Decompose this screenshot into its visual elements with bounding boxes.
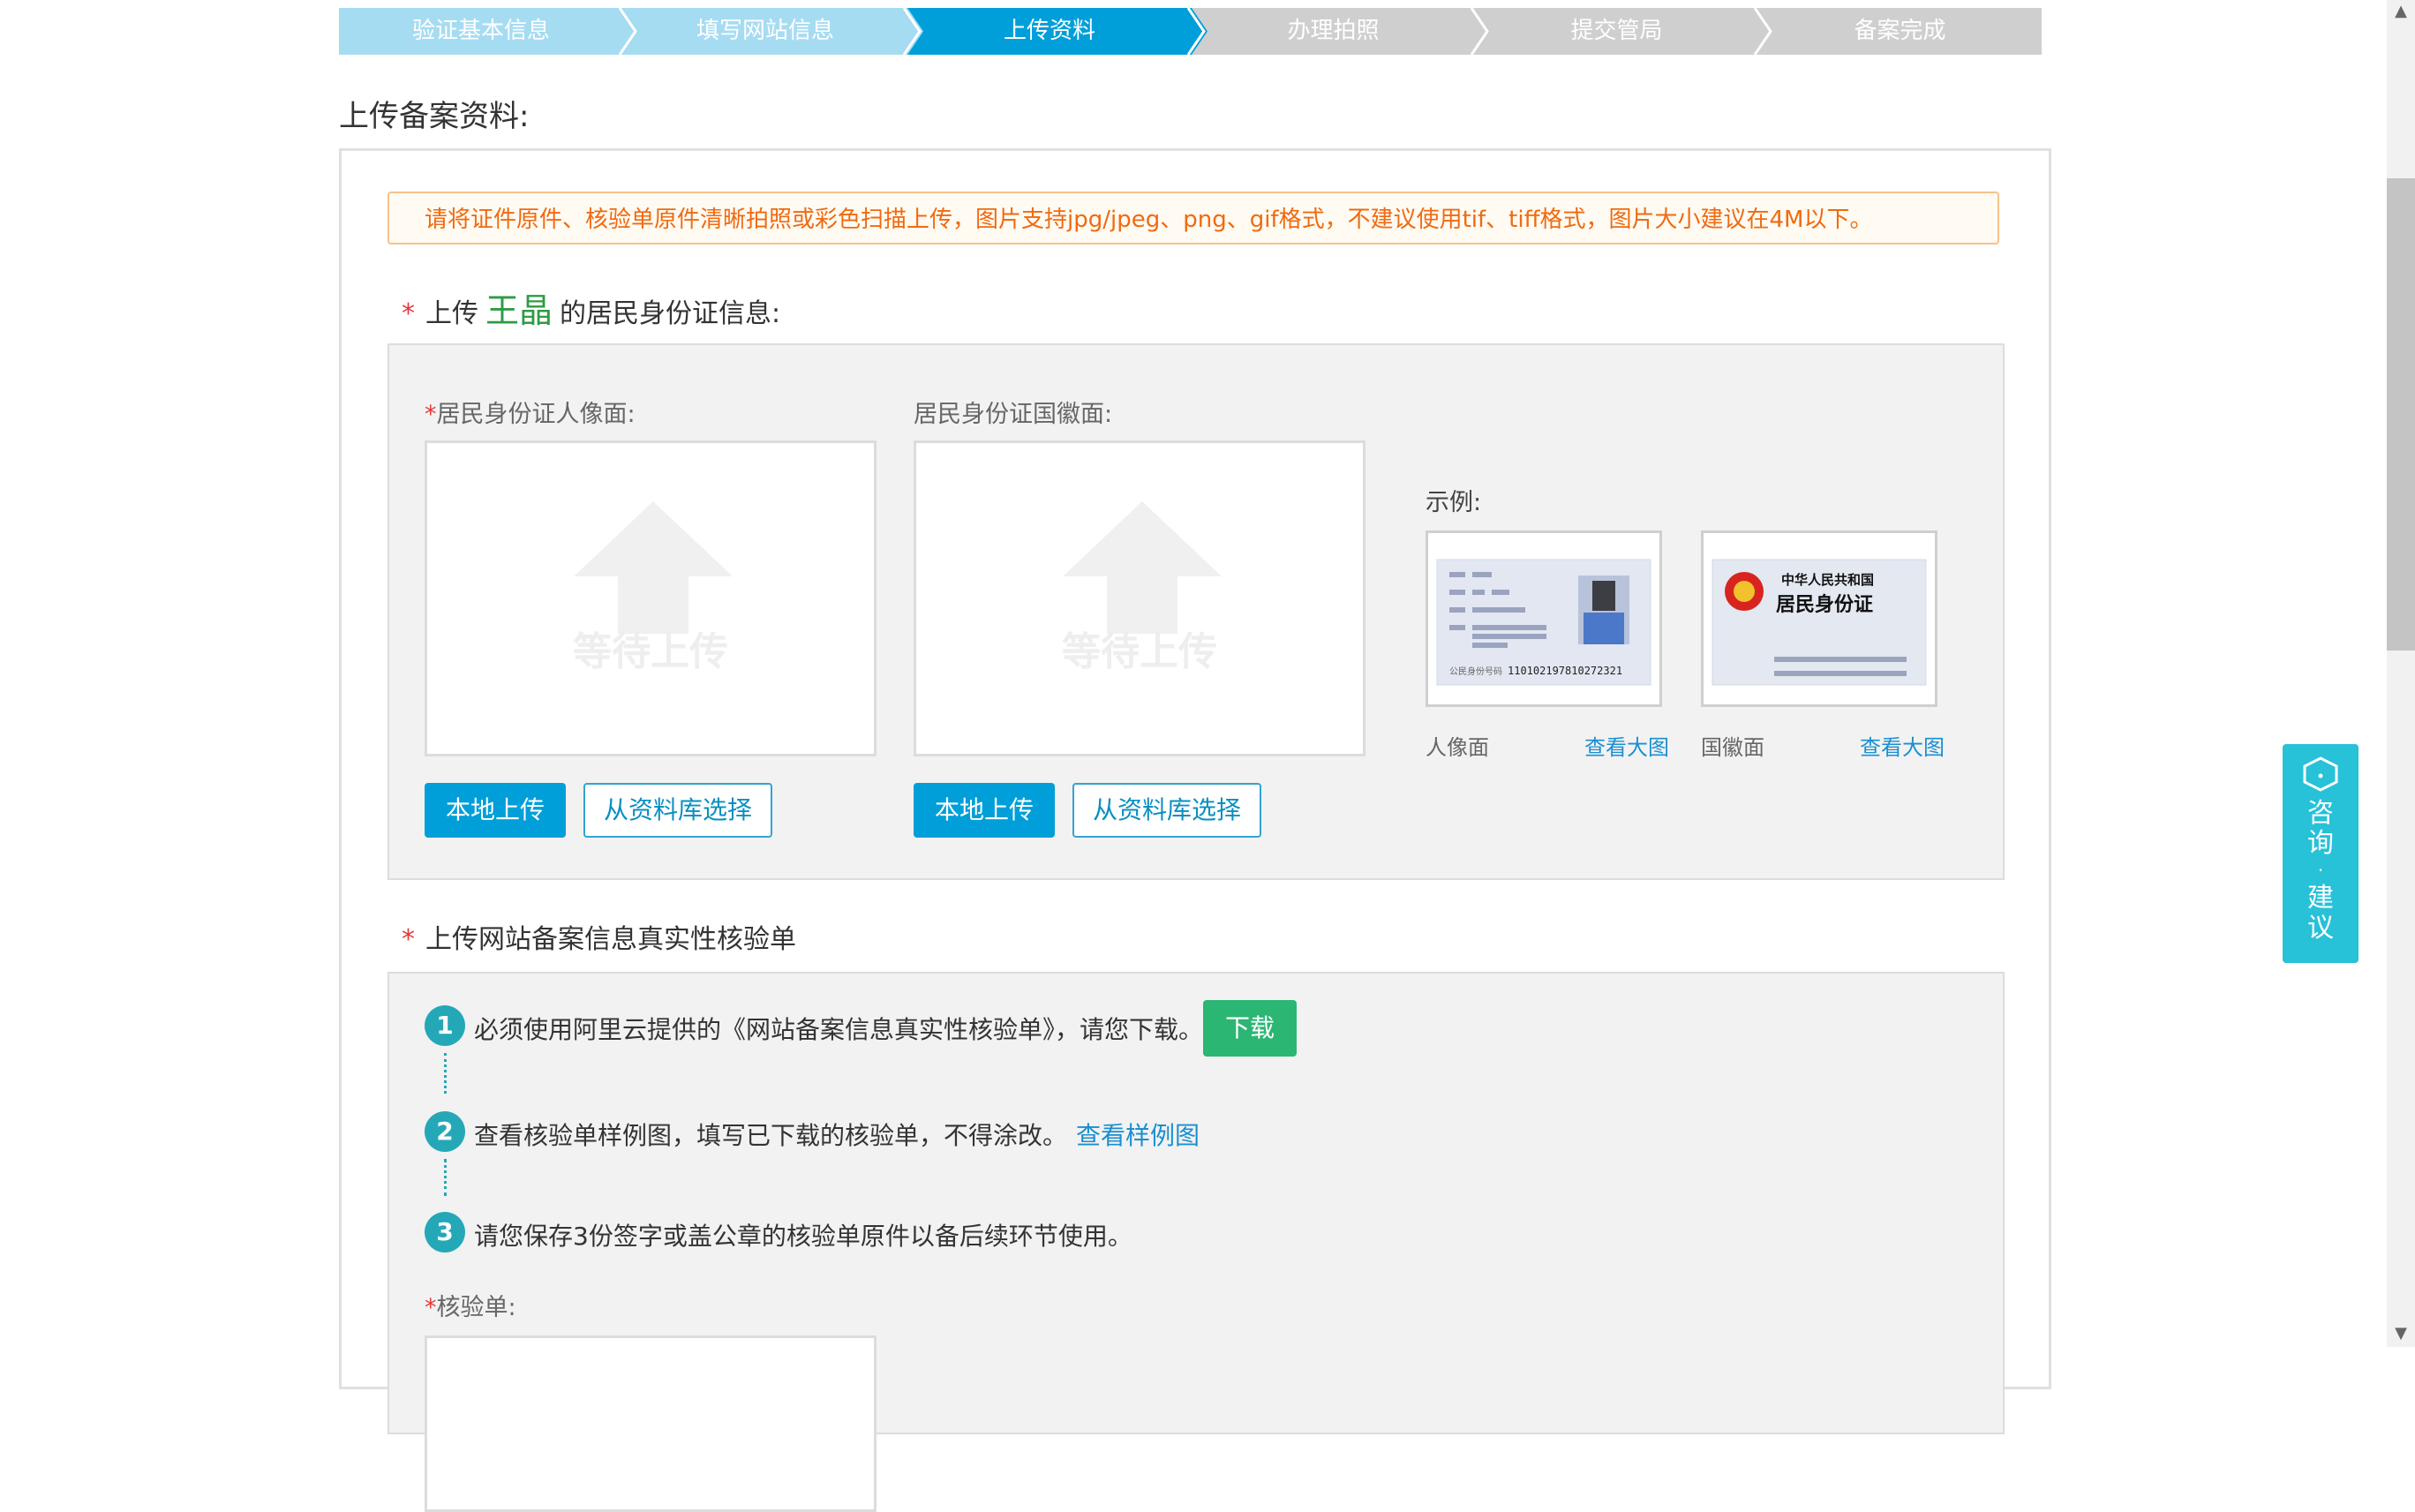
step-number-2: 2 (425, 1111, 465, 1152)
front-library-select-button[interactable]: 从资料库选择 (583, 783, 772, 838)
scroll-up-icon[interactable]: ▲ (2390, 2, 2411, 20)
step-complete: 备案完成 (1758, 8, 2042, 55)
step-separator (1181, 8, 1208, 55)
id-section-title: * 上传 王晶 的居民身份证信息: (402, 291, 781, 330)
progress-steps: 验证基本信息 填写网站信息 上传资料 办理拍照 提交管局 备案完成 (339, 8, 2042, 55)
verify-upload-box[interactable] (425, 1335, 876, 1512)
id-upload-area: *居民身份证人像面: 等待上传 本地上传 从资料库选择 居民身份证国徽面: 等待… (387, 343, 2005, 880)
example-back-card[interactable]: 中华人民共和国 居民身份证 (1701, 530, 1937, 707)
back-local-upload-button[interactable]: 本地上传 (914, 783, 1055, 838)
step-fill-site-info: 填写网站信息 (623, 8, 907, 55)
upload-arrow-icon (574, 501, 733, 634)
step-connector (444, 1159, 447, 1196)
back-upload-box[interactable]: 等待上传 (914, 440, 1365, 756)
upload-placeholder: 等待上传 (573, 629, 728, 674)
example-label: 示例: (1426, 489, 1482, 516)
svg-text:公民身份号码: 公民身份号码 (1449, 666, 1502, 677)
scroll-down-icon[interactable]: ▼ (2390, 1324, 2411, 1343)
front-view-large-link[interactable]: 查看大图 (1584, 730, 1669, 761)
consult-suggest-button[interactable]: 咨 询 · 建 议 (2283, 744, 2359, 963)
id-card-back-title-1: 中华人民共和国 (1781, 572, 1874, 588)
step-connector (444, 1053, 447, 1094)
front-caption: 人像面 (1426, 735, 1489, 760)
verify-area: 1 必须使用阿里云提供的《网站备案信息真实性核验单》，请您下载。 下载 2 查看… (387, 972, 2005, 1512)
verify-step-1-text: 必须使用阿里云提供的《网站备案信息真实性核验单》，请您下载。 (474, 1015, 1204, 1044)
step-verify-basic-info: 验证基本信息 (339, 8, 623, 55)
step-upload-materials: 上传资料 (907, 8, 1192, 55)
step-separator (1464, 8, 1491, 55)
step-separator (1748, 8, 1774, 55)
step-number-1: 1 (425, 1005, 465, 1046)
view-sample-link[interactable]: 查看样例图 (1076, 1121, 1200, 1150)
back-view-large-link[interactable]: 查看大图 (1860, 730, 1945, 761)
example-front-card[interactable]: 公民身份号码 110102197810272321 (1426, 530, 1662, 707)
step-separator (897, 8, 923, 55)
back-label: 居民身份证国徽面: (914, 401, 1113, 428)
id-card-back-image: 中华人民共和国 居民身份证 (1712, 559, 1927, 686)
download-button[interactable]: 下载 (1203, 1000, 1297, 1057)
chat-hexagon-icon (2303, 756, 2338, 792)
notice-banner: 请将证件原件、核验单原件清晰拍照或彩色扫描上传，图片支持jpg/jpeg、png… (387, 192, 1999, 244)
id-card-back-title-2: 居民身份证 (1776, 593, 1873, 616)
required-mark: * (402, 298, 415, 329)
back-caption: 国徽面 (1701, 735, 1764, 760)
id-card-number: 110102197810272321 (1508, 665, 1622, 677)
required-mark: * (402, 924, 415, 955)
scrollbar-thumb[interactable] (2387, 178, 2415, 651)
back-library-select-button[interactable]: 从资料库选择 (1072, 783, 1261, 838)
front-upload-box[interactable]: 等待上传 (425, 440, 876, 756)
step-submit-bureau: 提交管局 (1475, 8, 1758, 55)
verify-field-label: *核验单: (425, 1294, 516, 1321)
page-title: 上传备案资料: (339, 99, 530, 134)
verify-step-3-text: 请您保存3份签字或盖公章的核验单原件以备后续环节使用。 (474, 1222, 1132, 1251)
upload-panel: 请将证件原件、核验单原件清晰拍照或彩色扫描上传，图片支持jpg/jpeg、png… (339, 148, 2051, 1512)
step-separator (613, 8, 639, 55)
step-number-3: 3 (425, 1212, 465, 1252)
step-photo: 办理拍照 (1192, 8, 1475, 55)
front-label: *居民身份证人像面: (425, 401, 636, 428)
verify-section-title: * 上传网站备案信息真实性核验单 (402, 924, 796, 955)
front-local-upload-button[interactable]: 本地上传 (425, 783, 566, 838)
person-name: 王晶 (485, 291, 553, 330)
upload-arrow-icon (1063, 501, 1222, 634)
id-card-front-image: 公民身份号码 110102197810272321 (1436, 559, 1651, 686)
upload-placeholder: 等待上传 (1062, 629, 1217, 674)
verify-step-2-text: 查看核验单样例图，填写已下载的核验单，不得涂改。 (474, 1121, 1068, 1150)
